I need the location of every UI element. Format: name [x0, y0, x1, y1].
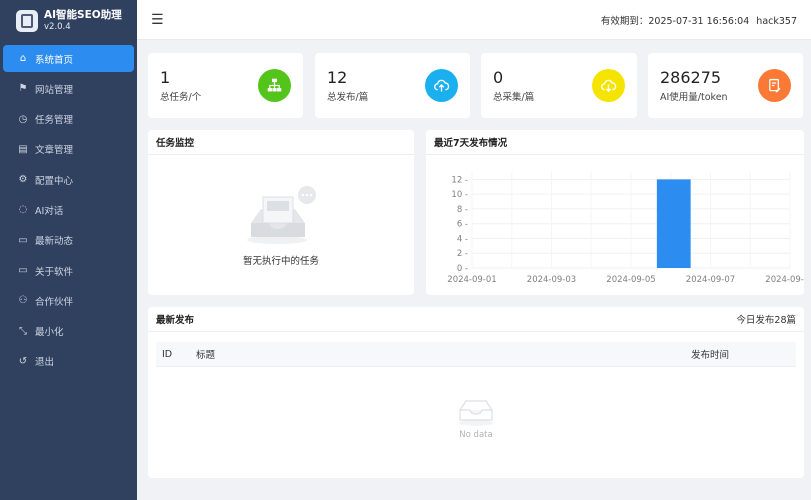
sidebar-item-8[interactable]: ⚇ 合作伙伴: [3, 287, 134, 314]
sidebar-item-3[interactable]: ▤ 文章管理: [3, 136, 134, 163]
sidebar-item-label: 系统首页: [35, 54, 74, 66]
app-version: v2.0.4: [44, 22, 71, 32]
task-empty-state: 暂无执行中的任务: [148, 155, 414, 295]
sidebar-item-label: 关于软件: [35, 266, 74, 278]
sidebar-item-label: 最新动态: [35, 236, 74, 248]
gear-icon: ⚙: [18, 174, 28, 186]
bar-2024-09-06[interactable]: [656, 179, 691, 268]
y-tick-label: 12 -: [451, 175, 468, 185]
stat-value: 0: [493, 67, 504, 87]
x-tick-label: 2024-09-03: [527, 275, 576, 285]
sidebar-item-4[interactable]: ⚙ 配置中心: [3, 166, 134, 193]
stat-value: 286275: [660, 67, 722, 87]
collapse-menu-icon[interactable]: ☰: [151, 12, 164, 28]
empty-inbox-icon: [247, 186, 316, 244]
username[interactable]: hack357: [756, 16, 797, 27]
sidebar-item-label: 文章管理: [35, 145, 74, 157]
y-tick-label: 4 -: [457, 234, 468, 244]
brand: AI智能SEO助理 v2.0.4: [0, 0, 137, 42]
empty-task-text: 暂无执行中的任务: [242, 256, 319, 267]
sidebar-item-label: 退出: [35, 357, 55, 369]
expiry-label: 有效期到：: [600, 15, 649, 27]
y-tick-label: 10 -: [451, 190, 468, 200]
x-tick-label: 2024-09-01: [447, 275, 496, 285]
sitemap-icon: [258, 69, 291, 102]
y-tick-label: 6 -: [457, 220, 468, 230]
table-empty-state: No data: [156, 369, 796, 469]
stat-card-published: 12 总发布/篇: [315, 53, 470, 118]
account-info: 有效期到：2025-07-31 16:56:04 hack357: [597, 13, 797, 27]
chat-icon: ◌: [18, 204, 28, 216]
sidebar: AI智能SEO助理 v2.0.4 ⌂ 系统首页 ⚑ 网站管理 ◷ 任务管理 ▤ 文章管理 ⚙ 配置…: [0, 0, 137, 500]
minimize-icon: ⤡: [19, 325, 27, 337]
sidebar-item-label: 任务管理: [35, 115, 74, 127]
latest-publish-panel: 最新发布 今日发布28篇 ID 标题 发布时间 No data: [148, 307, 804, 478]
today-publish-count: 今日发布28篇: [736, 315, 796, 326]
app-title: AI智能SEO助理: [44, 9, 122, 21]
stat-label: AI使用量/token: [660, 91, 728, 103]
logout-icon: ↺: [18, 355, 28, 367]
sidebar-item-label: AI对话: [35, 205, 64, 217]
sidebar-item-label: 配置中心: [35, 175, 74, 187]
partner-icon: ⚇: [18, 295, 28, 307]
panel-header: 最新发布 今日发布28篇: [148, 307, 804, 332]
table-header: ID 标题 发布时间: [156, 342, 796, 367]
app-logo: [16, 10, 38, 32]
monitor-icon: ▭: [18, 265, 28, 277]
empty-box-icon: [459, 400, 493, 426]
expiry-value: 2025-07-31 16:56:04: [648, 15, 750, 27]
y-tick-label: 0 -: [457, 264, 468, 274]
x-tick-label: 2024-09-07: [686, 275, 735, 285]
x-tick-label: 2024-09-05: [606, 275, 655, 285]
stat-label: 总采集/篇: [493, 91, 535, 103]
stat-value: 1: [160, 67, 171, 87]
sidebar-item-0[interactable]: ⌂ 系统首页: [3, 45, 134, 72]
column-publish-time[interactable]: 发布时间: [691, 347, 791, 361]
publish-chart-panel: 最近7天发布情况 0 - 2 - 4 - 6 - 8 - 10 - 12 - 2024-09-…: [426, 130, 804, 295]
sidebar-item-9[interactable]: ⤡ 最小化: [3, 318, 134, 345]
column-title[interactable]: 标题: [196, 347, 691, 361]
y-tick-label: 8 -: [457, 205, 468, 215]
column-id[interactable]: ID: [156, 349, 196, 360]
sidebar-item-10[interactable]: ↺ 退出: [3, 348, 134, 375]
no-data-text: No data: [459, 430, 493, 440]
sidebar-item-2[interactable]: ◷ 任务管理: [3, 106, 134, 133]
sidebar-item-6[interactable]: ▭ 最新动态: [3, 227, 134, 254]
flag-icon: ⚑: [18, 83, 28, 95]
stat-card-tasks: 1 总任务/个: [148, 53, 303, 118]
home-icon: ⌂: [19, 53, 27, 64]
clock-icon: ◷: [18, 113, 28, 125]
news-icon: ▭: [18, 234, 28, 246]
stat-card-collected: 0 总采集/篇: [481, 53, 637, 118]
stat-label: 总任务/个: [160, 91, 202, 103]
cloud-download-icon: [592, 69, 625, 102]
sidebar-item-1[interactable]: ⚑ 网站管理: [3, 75, 134, 102]
sidebar-item-7[interactable]: ▭ 关于软件: [3, 257, 134, 284]
sidebar-item-label: 合作伙伴: [35, 296, 74, 308]
task-monitor-title: 任务监控: [156, 138, 195, 149]
sidebar-item-label: 最小化: [35, 327, 64, 339]
top-header: ☰ 有效期到：2025-07-31 16:56:04 hack357: [137, 0, 811, 40]
sidebar-menu: ⌂ 系统首页 ⚑ 网站管理 ◷ 任务管理 ▤ 文章管理 ⚙ 配置中心 ◌ AI对话 ▭ 最新动态 ▭ 关于软件…: [0, 45, 137, 375]
publish-bar-chart: 0 - 2 - 4 - 6 - 8 - 10 - 12 - 2024-09-01 2024-09…: [447, 172, 804, 285]
chart-title: 最近7天发布情况: [434, 138, 508, 149]
panel-header: 任务监控: [148, 130, 414, 155]
document-icon: ▤: [18, 143, 28, 155]
latest-title: 最新发布: [156, 315, 195, 326]
stat-value: 12: [327, 67, 348, 87]
cloud-upload-icon: [425, 69, 458, 102]
x-tick-label: 2024-09-09: [765, 275, 804, 285]
sidebar-item-label: 网站管理: [35, 84, 74, 96]
task-monitor-panel: 任务监控 暂无执行中的任务: [148, 130, 414, 295]
stat-label: 总发布/篇: [327, 91, 369, 103]
panel-header: 最近7天发布情况: [426, 130, 804, 155]
sidebar-item-5[interactable]: ◌ AI对话: [3, 196, 134, 223]
y-tick-label: 2 -: [457, 249, 468, 259]
edit-document-icon: [758, 69, 791, 102]
stat-card-tokens: 286275 AI使用量/token: [648, 53, 803, 118]
